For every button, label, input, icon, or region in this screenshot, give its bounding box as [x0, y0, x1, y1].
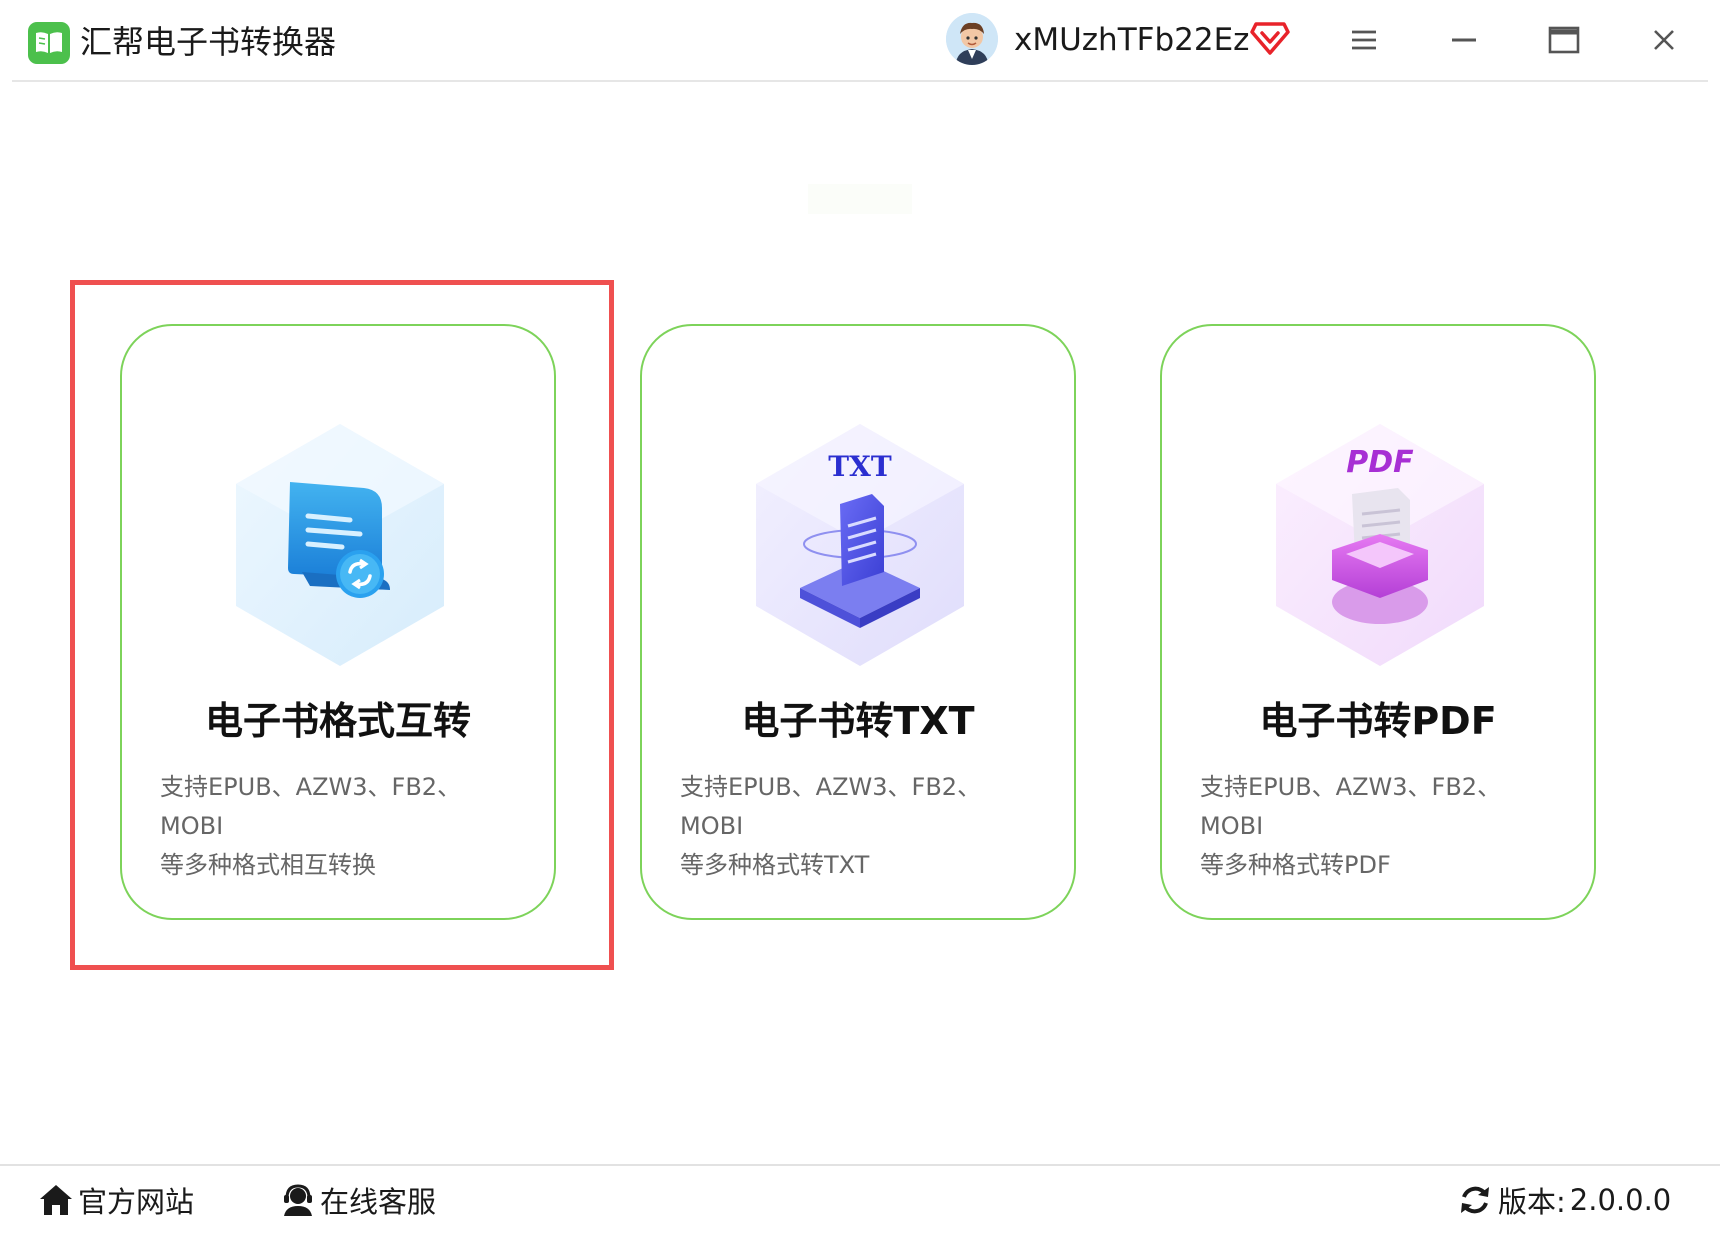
username[interactable]: xMUzhTFb22Ez	[1014, 18, 1249, 62]
txt-icon: TXT	[752, 422, 968, 670]
online-service-link[interactable]: 在线客服	[280, 1176, 436, 1224]
pdf-icon: PDF	[1272, 422, 1488, 670]
online-service-label: 在线客服	[320, 1185, 437, 1219]
customer-service-icon	[280, 1182, 316, 1218]
title-divider	[12, 80, 1708, 82]
refresh-icon	[1458, 1183, 1492, 1217]
official-website-label: 官方网站	[78, 1185, 195, 1219]
card-title: 电子书转TXT	[741, 699, 975, 743]
card-description: 支持EPUB、AZW3、FB2、MOBI 等多种格式转TXT	[680, 768, 1044, 885]
official-website-link[interactable]: 官方网站	[38, 1176, 194, 1224]
title-bar: 汇帮电子书转换器 xMUzhTFb22Ez	[0, 0, 1720, 80]
card-to-pdf[interactable]: PDF 电子书转PDF 支持EPUB、AZW3、FB2、MOBI 等多种格式转P…	[1160, 324, 1596, 920]
app-title: 汇帮电子书转换器	[80, 23, 337, 61]
card-to-txt[interactable]: TXT 电子书转TXT 支持EPUB、AZW3、FB2、MOBI 等多种格式转T…	[640, 324, 1076, 920]
vip-diamond-icon[interactable]	[1250, 20, 1290, 60]
close-icon[interactable]	[1642, 18, 1686, 62]
user-avatar[interactable]	[946, 13, 998, 65]
footer-divider	[0, 1164, 1720, 1166]
pdf-label: PDF	[1346, 445, 1414, 480]
version-info[interactable]: 版本: 2.0.0.0	[1458, 1176, 1671, 1224]
card-description-line: 支持EPUB、AZW3、FB2、MOBI	[1200, 773, 1502, 840]
card-description-line: 等多种格式转TXT	[680, 851, 870, 879]
card-description-line: 等多种格式转PDF	[1200, 851, 1391, 879]
minimize-icon[interactable]	[1442, 18, 1486, 62]
maximize-icon[interactable]	[1542, 18, 1586, 62]
card-description: 支持EPUB、AZW3、FB2、MOBI 等多种格式转PDF	[1200, 768, 1564, 885]
menu-icon[interactable]	[1342, 18, 1386, 62]
card-description-line: 支持EPUB、AZW3、FB2、MOBI	[680, 773, 982, 840]
book-icon	[28, 22, 70, 64]
selection-highlight	[70, 280, 614, 970]
version-label: 版本:	[1498, 1185, 1566, 1219]
txt-label: TXT	[828, 450, 892, 483]
home-icon	[38, 1183, 74, 1217]
version-value: 2.0.0.0	[1569, 1183, 1672, 1217]
card-title: 电子书转PDF	[1259, 699, 1497, 743]
banner-placeholder	[808, 184, 912, 214]
